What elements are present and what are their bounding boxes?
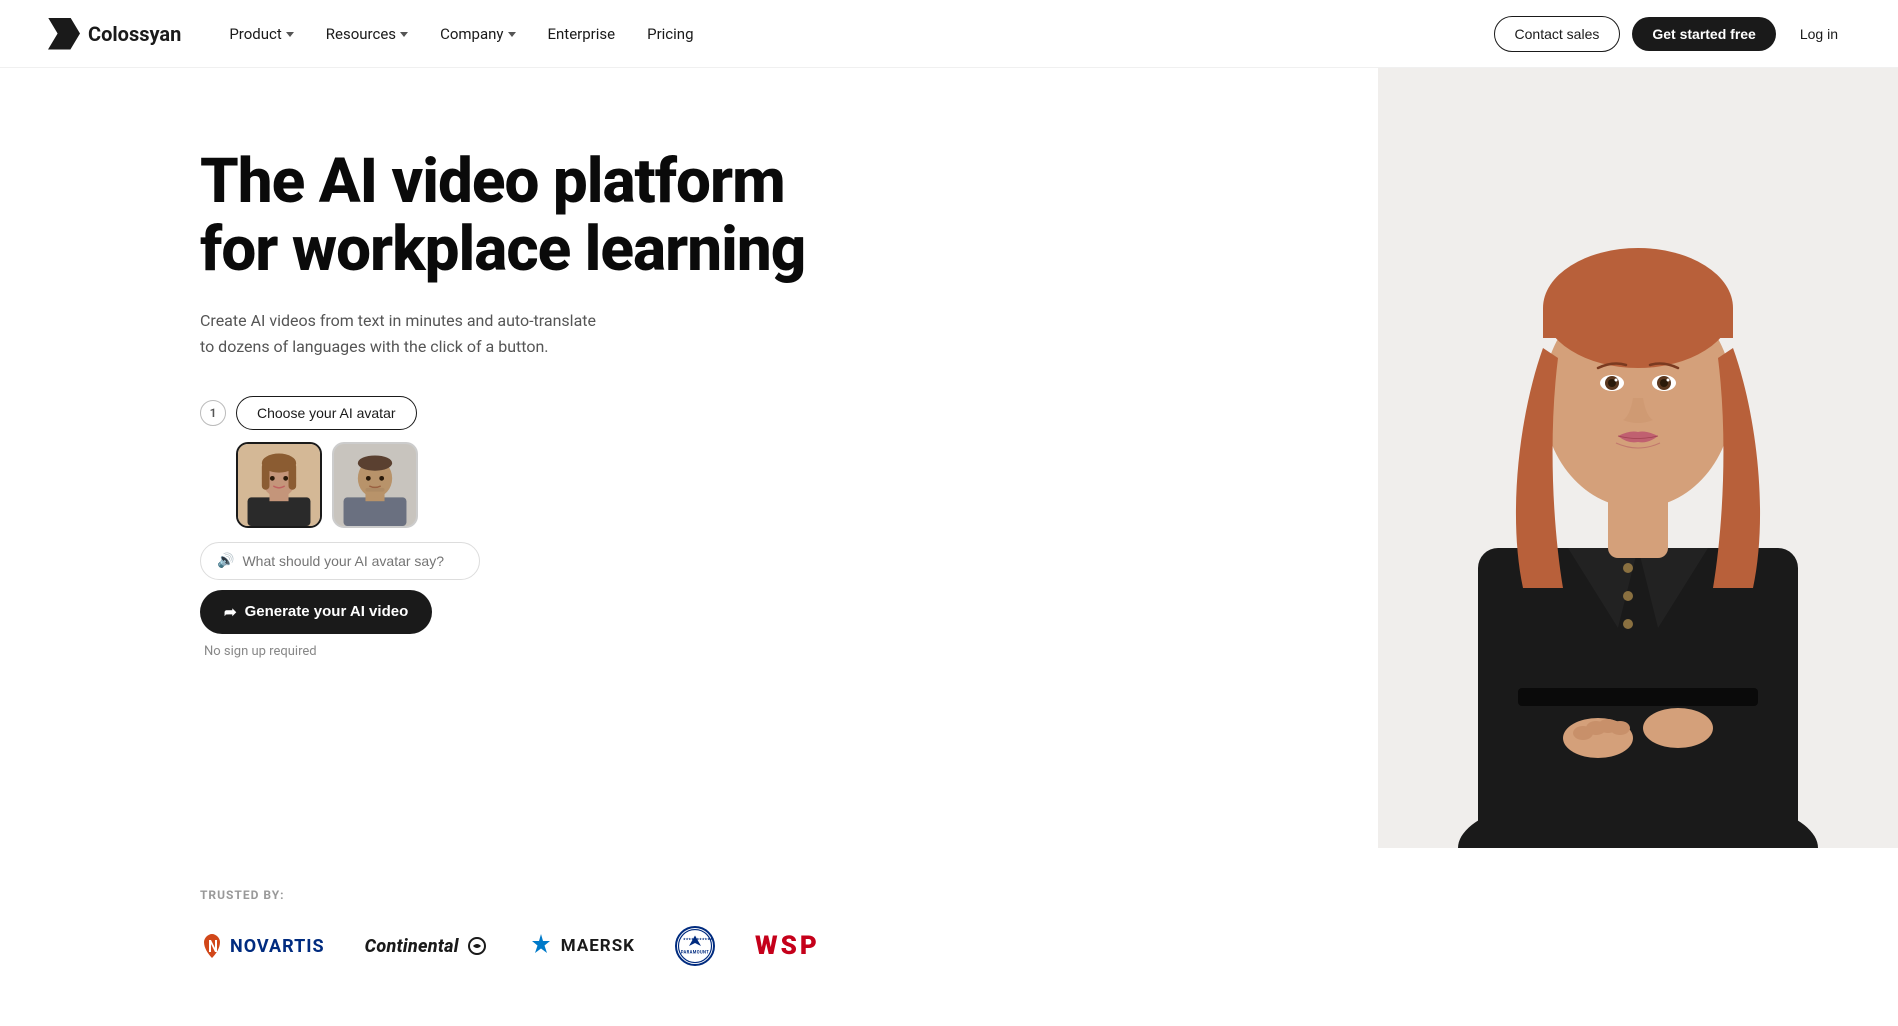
hero-subtitle: Create AI videos from text in minutes an… bbox=[200, 308, 600, 359]
login-button[interactable]: Log in bbox=[1788, 17, 1850, 51]
hero-avatar-image bbox=[1378, 68, 1898, 848]
microphone-icon: 🔊 bbox=[217, 553, 234, 569]
chevron-down-icon bbox=[508, 32, 516, 37]
nav-enterprise[interactable]: Enterprise bbox=[536, 17, 628, 51]
maersk-text: MAERSK bbox=[561, 936, 635, 956]
avatar-say-input-wrap[interactable]: 🔊 bbox=[200, 542, 480, 580]
logo-icon bbox=[48, 18, 80, 50]
nav-links: Product Resources Company Enterprise Pri… bbox=[217, 17, 705, 51]
nav-left: Colossyan Product Resources Company Ente… bbox=[48, 17, 706, 51]
generate-video-button[interactable]: ➦ Generate your AI video bbox=[200, 590, 432, 634]
hero-content: The AI video platform for workplace lear… bbox=[200, 128, 805, 659]
nav-product[interactable]: Product bbox=[217, 17, 305, 51]
get-started-button[interactable]: Get started free bbox=[1632, 17, 1775, 51]
hero-widget: 1 Choose your AI avatar bbox=[200, 396, 805, 659]
generate-icon: ➦ bbox=[224, 603, 237, 621]
svg-text:★★★★★★★★★★★: ★★★★★★★★★★★ bbox=[682, 937, 713, 941]
hero-title: The AI video platform for workplace lear… bbox=[200, 148, 805, 284]
avatar-say-input[interactable] bbox=[242, 553, 463, 569]
avatar-person-bg bbox=[1378, 68, 1898, 848]
logo-text: Colossyan bbox=[88, 22, 181, 46]
no-signup-text: No sign up required bbox=[204, 644, 805, 659]
trusted-label: TRUSTED BY: bbox=[200, 888, 1698, 902]
svg-text:PARAMOUNT: PARAMOUNT bbox=[681, 951, 709, 956]
step-badge: 1 bbox=[200, 400, 226, 426]
step1-row: 1 Choose your AI avatar bbox=[200, 396, 805, 430]
paramount-logo: ★★★★★★★★★★★ PARAMOUNT bbox=[675, 926, 715, 966]
nav-pricing[interactable]: Pricing bbox=[635, 17, 705, 51]
navbar: Colossyan Product Resources Company Ente… bbox=[0, 0, 1898, 68]
wsp-logo: WSP bbox=[755, 931, 820, 961]
nav-resources[interactable]: Resources bbox=[314, 17, 420, 51]
nav-right: Contact sales Get started free Log in bbox=[1494, 16, 1850, 52]
hero-section: The AI video platform for workplace lear… bbox=[0, 68, 1898, 848]
choose-avatar-button[interactable]: Choose your AI avatar bbox=[236, 396, 417, 430]
logo[interactable]: Colossyan bbox=[48, 18, 181, 50]
maersk-logo: MAERSK bbox=[527, 932, 635, 960]
chevron-down-icon bbox=[400, 32, 408, 37]
wsp-text: WSP bbox=[755, 931, 820, 961]
chevron-down-icon bbox=[286, 32, 294, 37]
contact-sales-button[interactable]: Contact sales bbox=[1494, 16, 1621, 52]
avatar-thumbnails bbox=[236, 442, 805, 528]
trusted-logos: NOVARTIS Continental MAERSK bbox=[200, 926, 1698, 966]
nav-company[interactable]: Company bbox=[428, 17, 527, 51]
avatar-female-thumb[interactable] bbox=[236, 442, 322, 528]
novartis-logo: NOVARTIS bbox=[200, 932, 325, 960]
trusted-section: TRUSTED BY: NOVARTIS Continental MAE bbox=[0, 848, 1898, 1026]
avatar-male-thumb[interactable] bbox=[332, 442, 418, 528]
